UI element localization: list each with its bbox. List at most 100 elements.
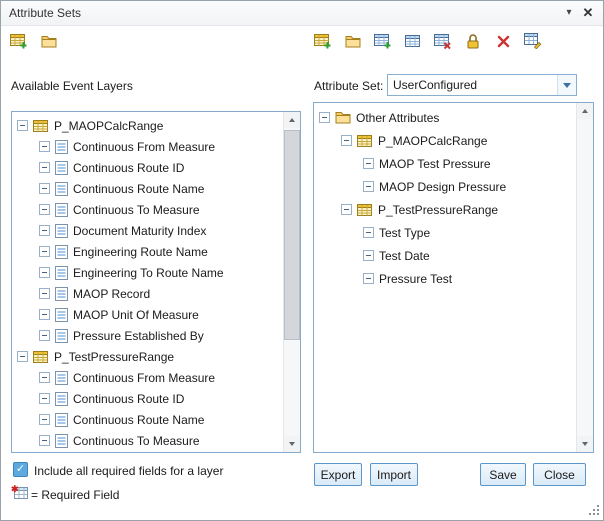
collapse-box-icon[interactable]: [39, 309, 50, 320]
add-event-layer-icon[interactable]: [9, 31, 29, 51]
collapse-box-icon[interactable]: [17, 120, 28, 131]
tree-item-label: Other Attributes: [356, 111, 439, 125]
export-button[interactable]: Export: [314, 463, 362, 486]
collapse-box-icon[interactable]: [39, 183, 50, 194]
tree-item[interactable]: Other Attributes: [314, 106, 576, 129]
tree-item[interactable]: MAOP Design Pressure: [314, 175, 576, 198]
remove-attribute-icon[interactable]: [433, 31, 453, 51]
tree-item[interactable]: Document Maturity Index: [12, 220, 283, 241]
scrollbar-thumb[interactable]: [284, 130, 300, 340]
save-attribute-set-icon[interactable]: [463, 31, 483, 51]
tree-item[interactable]: P_TestPressureRange: [314, 198, 576, 221]
collapse-box-icon[interactable]: [39, 435, 50, 446]
import-button[interactable]: Import: [370, 463, 418, 486]
attribute-table-icon[interactable]: [403, 31, 423, 51]
tree-item[interactable]: Continuous Route ID: [12, 388, 283, 409]
field-icon: [55, 266, 68, 280]
folder-icon: [335, 111, 351, 124]
tree-item-label: Continuous From Measure: [73, 140, 215, 154]
tree-item[interactable]: Test Date: [314, 244, 576, 267]
collapse-box-icon[interactable]: [39, 288, 50, 299]
titlebar[interactable]: Attribute Sets ▾ ✕: [1, 1, 603, 26]
collapse-box-icon[interactable]: [39, 141, 50, 152]
tree-item[interactable]: Pressure Test: [314, 267, 576, 290]
include-required-label: Include all required fields for a layer: [34, 464, 223, 478]
new-folder-icon[interactable]: [343, 31, 363, 51]
open-folder-icon[interactable]: [39, 31, 59, 51]
delete-attribute-set-icon[interactable]: [493, 31, 513, 51]
event-table-icon: [357, 203, 373, 217]
tree-item[interactable]: Continuous To Measure: [12, 430, 283, 451]
left-tree-scrollbar[interactable]: [283, 112, 300, 452]
collapse-box-icon[interactable]: [39, 267, 50, 278]
right-tree-scrollbar[interactable]: [576, 103, 593, 452]
svg-text:✱: ✱: [11, 484, 19, 494]
resize-grip[interactable]: [587, 504, 600, 517]
add-attribute-icon[interactable]: [373, 31, 393, 51]
collapse-box-icon[interactable]: [39, 204, 50, 215]
tree-item[interactable]: Engineering Route Name: [12, 241, 283, 262]
available-layers-tree: P_MAOPCalcRangeContinuous From MeasureCo…: [12, 115, 283, 452]
collapse-box-icon[interactable]: [39, 225, 50, 236]
edit-attribute-set-icon[interactable]: [523, 31, 543, 51]
tree-item[interactable]: P_MAOPCalcRange: [12, 115, 283, 136]
tree-item[interactable]: Continuous Route Name: [12, 409, 283, 430]
scroll-down-button[interactable]: [284, 436, 300, 452]
collapse-box-icon[interactable]: [39, 246, 50, 257]
tree-item-label: Document Maturity Index: [73, 224, 206, 238]
add-event-table-icon[interactable]: [313, 31, 333, 51]
tree-item[interactable]: P_TestPressureRange: [12, 346, 283, 367]
tree-item[interactable]: P_MAOPCalcRange: [314, 129, 576, 152]
collapse-box-icon[interactable]: [363, 181, 374, 192]
collapse-box-icon[interactable]: [39, 162, 50, 173]
field-icon: [55, 140, 68, 154]
scrollbar-track[interactable]: [577, 119, 593, 436]
tree-item[interactable]: Continuous From Measure: [12, 136, 283, 157]
collapse-box-icon[interactable]: [341, 135, 352, 146]
tree-item[interactable]: Test Type: [314, 221, 576, 244]
tree-item[interactable]: Continuous Route Name: [12, 178, 283, 199]
chevron-down-icon: [563, 83, 571, 88]
scroll-up-button[interactable]: [577, 103, 593, 119]
tree-item[interactable]: Engineering To Route Name: [12, 262, 283, 283]
tree-item-label: Pressure Test: [379, 272, 452, 286]
save-button[interactable]: Save: [480, 463, 526, 486]
field-icon: [55, 329, 68, 343]
window-close-icon[interactable]: ✕: [580, 1, 596, 25]
collapse-box-icon[interactable]: [319, 112, 330, 123]
collapse-box-icon[interactable]: [363, 227, 374, 238]
attribute-set-combobox[interactable]: UserConfigured: [387, 74, 577, 96]
collapse-box-icon[interactable]: [39, 330, 50, 341]
scrollbar-track[interactable]: [284, 128, 300, 436]
tree-item[interactable]: Continuous From Measure: [12, 367, 283, 388]
collapse-box-icon[interactable]: [363, 250, 374, 261]
tree-item[interactable]: MAOP Test Pressure: [314, 152, 576, 175]
collapse-box-icon[interactable]: [363, 273, 374, 284]
field-icon: [55, 287, 68, 301]
tree-item-label: Continuous Route Name: [73, 413, 204, 427]
scroll-down-button[interactable]: [577, 436, 593, 452]
tree-item[interactable]: MAOP Unit Of Measure: [12, 304, 283, 325]
collapse-box-icon[interactable]: [39, 372, 50, 383]
attribute-set-tree: Other Attributes P_MAOPCalcRangeMAOP Test…: [314, 106, 576, 452]
field-icon: [55, 434, 68, 448]
collapse-box-icon[interactable]: [39, 414, 50, 425]
combo-dropdown-button[interactable]: [557, 75, 576, 95]
collapse-box-icon[interactable]: [17, 351, 28, 362]
field-icon: [55, 413, 68, 427]
collapse-box-icon[interactable]: [341, 204, 352, 215]
tree-item[interactable]: Continuous Route ID: [12, 157, 283, 178]
event-table-icon: [357, 134, 373, 148]
scroll-up-button[interactable]: [284, 112, 300, 128]
arrow-down-icon: [582, 442, 588, 446]
collapse-box-icon[interactable]: [363, 158, 374, 169]
close-button[interactable]: Close: [533, 463, 586, 486]
collapse-box-icon[interactable]: [39, 393, 50, 404]
tree-item[interactable]: Continuous To Measure: [12, 199, 283, 220]
tree-item-label: MAOP Record: [73, 287, 150, 301]
tree-item[interactable]: MAOP Record: [12, 283, 283, 304]
include-required-checkbox[interactable]: ✓: [13, 462, 28, 477]
tree-item-label: P_TestPressureRange: [54, 350, 174, 364]
tree-item[interactable]: Pressure Established By: [12, 325, 283, 346]
window-menu-icon[interactable]: ▾: [561, 1, 577, 25]
